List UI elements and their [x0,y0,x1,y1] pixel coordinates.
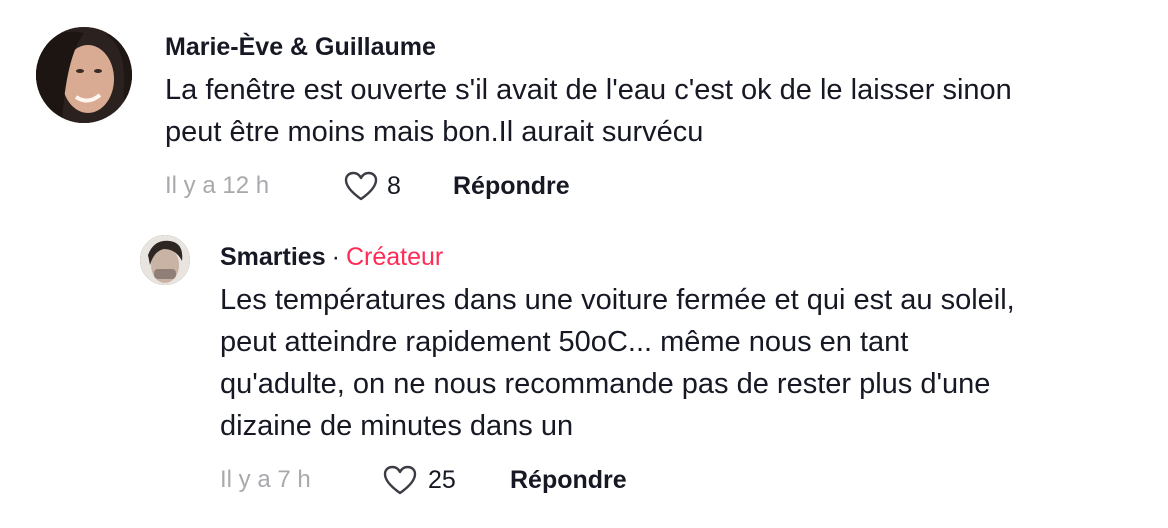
reply-text-line: peut atteindre rapidement 50oC... même n… [220,326,909,358]
like-button[interactable]: 8 [343,170,453,202]
separator: · [331,243,340,271]
creator-badge: Créateur [345,243,444,271]
comment-author[interactable]: Marie-Ève & Guillaume [165,32,436,62]
reply-text-line: qu'adulte, on ne nous recommande pas de … [220,368,991,400]
reply-text: Les températures dans une voiture fermée… [220,279,1150,447]
avatar[interactable] [36,27,132,123]
like-count: 25 [428,465,456,494]
avatar[interactable] [140,235,190,285]
reply-author-line: Smarties · Créateur [220,242,443,272]
reply-button[interactable]: Répondre [453,172,570,201]
comment-text-line: La fenêtre est ouverte s'il avait de l'e… [165,74,1012,106]
heart-outline-icon [383,465,417,495]
avatar-photo-icon [36,27,132,123]
comment-time: Il y a 12 h [165,172,270,199]
comment-meta: Il y a 12 h 8 Répondre [165,170,570,202]
heart-outline-icon [344,171,378,201]
reply-meta: Il y a 7 h 25 Répondre [220,464,627,496]
avatar-photo-icon [140,235,190,285]
comment-text: La fenêtre est ouverte s'il avait de l'e… [165,69,1155,153]
comment-text-line: peut être moins mais bon.Il aurait survé… [165,116,704,148]
reply-author[interactable]: Smarties [220,243,326,271]
reply-button[interactable]: Répondre [510,466,627,495]
reply-time: Il y a 7 h [220,466,311,493]
like-count: 8 [387,171,401,200]
reply-text-line: dizaine de minutes dans un [220,410,574,442]
like-button[interactable]: 25 [382,464,510,496]
reply-text-line: Les températures dans une voiture fermée… [220,284,1015,316]
